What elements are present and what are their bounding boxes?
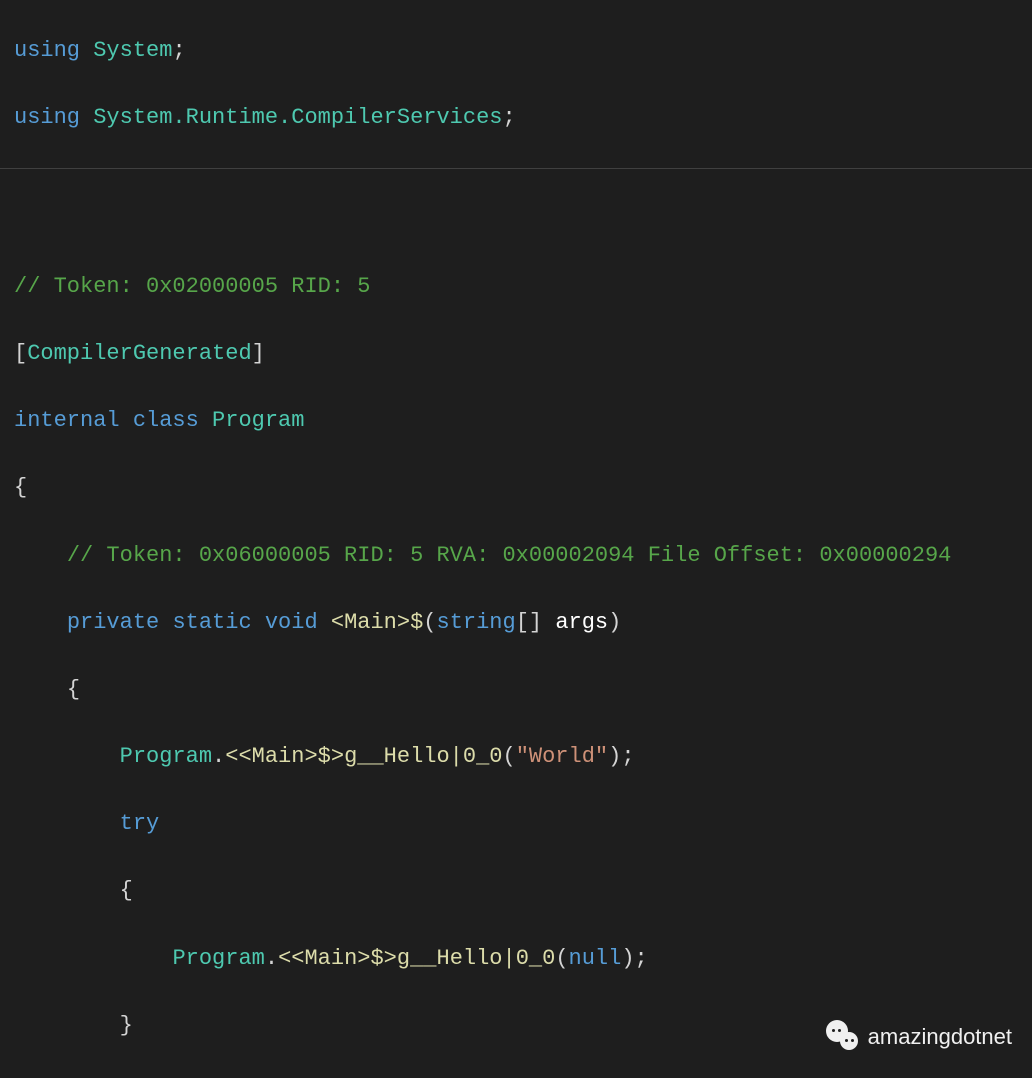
code-line: {	[14, 471, 1032, 505]
namespace: System.Runtime.CompilerServices	[93, 105, 502, 130]
keyword: internal	[14, 408, 120, 433]
code-editor[interactable]: using System; using System.Runtime.Compi…	[0, 0, 1032, 1078]
class-ref: Program	[172, 946, 264, 971]
code-line: try	[14, 807, 1032, 841]
code-line: {	[14, 874, 1032, 908]
string: "World"	[516, 744, 608, 769]
class-ref: Program	[120, 744, 212, 769]
keyword: using	[14, 38, 80, 63]
class-name: Program	[212, 408, 304, 433]
code-line: {	[14, 673, 1032, 707]
keyword: void	[265, 610, 318, 635]
watermark: amazingdotnet	[826, 1020, 1012, 1054]
code-line: // Token: 0x02000005 RID: 5	[14, 270, 1032, 304]
keyword: string	[437, 610, 516, 635]
code-line	[14, 203, 1032, 237]
attribute: CompilerGenerated	[27, 341, 251, 366]
method-call: <<Main>$>g__Hello|0_0	[225, 744, 502, 769]
watermark-text: amazingdotnet	[868, 1020, 1012, 1054]
method-call: <<Main>$>g__Hello|0_0	[278, 946, 555, 971]
brace: {	[14, 475, 27, 500]
code-line: using System.Runtime.CompilerServices;	[14, 101, 1032, 135]
code-line: Program.<<Main>$>g__Hello|0_0(null);	[14, 942, 1032, 976]
comment: // Token: 0x06000005 RID: 5 RVA: 0x00002…	[67, 543, 952, 568]
code-line: // Token: 0x06000005 RID: 5 RVA: 0x00002…	[14, 539, 1032, 573]
keyword: using	[14, 105, 80, 130]
code-line: using System;	[14, 34, 1032, 68]
keyword: try	[120, 811, 160, 836]
namespace: System	[93, 38, 172, 63]
code-line: Program.<<Main>$>g__Hello|0_0("World");	[14, 740, 1032, 774]
code-line: internal class Program	[14, 404, 1032, 438]
code-line: private static void <Main>$(string[] arg…	[14, 606, 1032, 640]
keyword-null: null	[569, 946, 622, 971]
wechat-icon	[826, 1020, 860, 1054]
comment: // Token: 0x02000005 RID: 5	[14, 274, 370, 299]
separator	[0, 168, 1032, 169]
method-name: <Main>$	[331, 610, 423, 635]
parameter: args	[555, 610, 608, 635]
keyword: static	[172, 610, 251, 635]
keyword: private	[67, 610, 159, 635]
code-line: [CompilerGenerated]	[14, 337, 1032, 371]
keyword: class	[133, 408, 199, 433]
